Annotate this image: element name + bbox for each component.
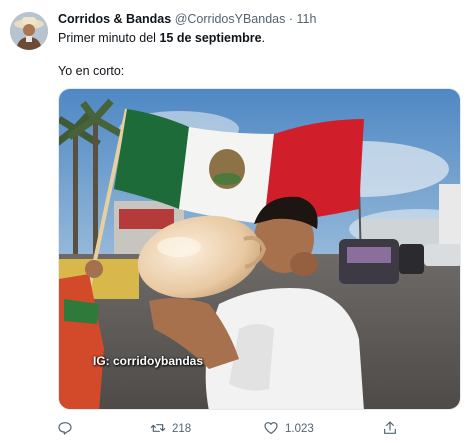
reply-icon	[57, 420, 73, 439]
tweet[interactable]: Corridos & Bandas @CorridosYBandas · 11h…	[0, 0, 471, 443]
share-button[interactable]	[382, 418, 398, 440]
retweet-count: 218	[172, 423, 192, 435]
retweet-button[interactable]: 218	[150, 418, 191, 440]
text-suffix: .	[261, 31, 266, 45]
author-handle[interactable]: @CorridosYBandas	[175, 12, 286, 26]
author-name[interactable]: Corridos & Bandas	[58, 12, 171, 26]
tweet-timestamp[interactable]: 11h	[297, 12, 317, 26]
reply-button[interactable]	[57, 418, 73, 440]
separator-dot: ·	[288, 12, 294, 26]
heart-icon	[263, 420, 279, 439]
text-prefix: Primer minuto del	[58, 31, 160, 45]
text-bold-date: 15 de septiembre	[159, 31, 262, 45]
like-button[interactable]: 1.023	[263, 418, 314, 440]
tweet-header: Corridos & Bandas @CorridosYBandas · 11h	[58, 12, 316, 26]
retweet-icon	[150, 420, 166, 439]
like-count: 1.023	[285, 423, 314, 435]
avatar[interactable]	[10, 12, 48, 50]
tweet-text-line2: Yo en corto:	[58, 64, 125, 78]
share-icon	[382, 420, 398, 439]
tweet-actions: 218 1.023	[0, 418, 471, 440]
tweet-media-photo[interactable]: IG: corridoybandas	[58, 88, 461, 410]
tweet-text-line1: Primer minuto del 15 de septiembre.	[58, 31, 265, 45]
photo-watermark: IG: corridoybandas	[93, 354, 204, 368]
